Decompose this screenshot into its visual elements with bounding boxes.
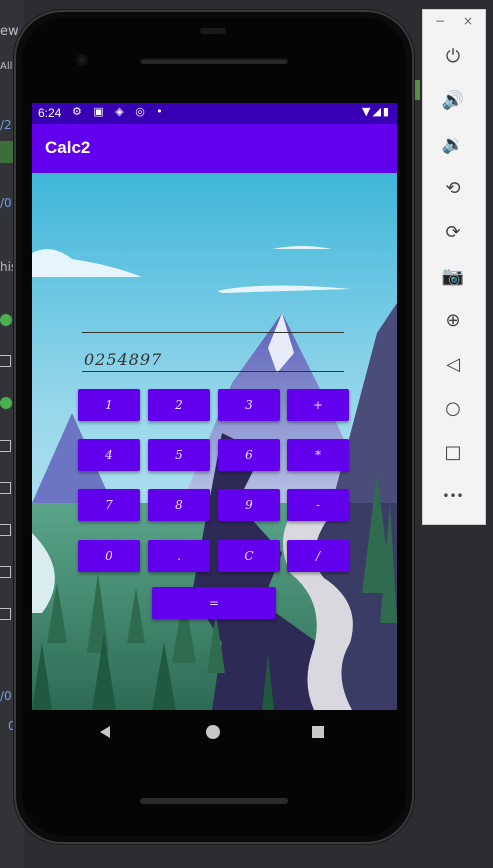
close-icon[interactable]: × xyxy=(463,14,473,28)
android-nav-bar xyxy=(32,710,397,754)
app-title: Calc2 xyxy=(45,138,91,157)
ide-arrow-icon xyxy=(0,482,11,494)
ide-arrow-icon xyxy=(0,524,11,536)
key-0-button[interactable]: 0 xyxy=(78,540,140,572)
key-clear-button[interactable]: C xyxy=(218,540,280,572)
ide-arrow-icon xyxy=(0,440,11,452)
volume-up-icon[interactable]: 🔊 xyxy=(441,88,465,112)
key-8-button[interactable]: 8 xyxy=(148,489,210,521)
earpiece-speaker xyxy=(140,58,288,64)
status-icons: ⚙ ▣ ◈ ◎ • xyxy=(72,105,167,118)
ide-arrow-icon xyxy=(0,566,11,578)
key-plus-button[interactable]: + xyxy=(287,389,349,421)
nav-home-icon[interactable] xyxy=(206,725,220,739)
ide-check-icon xyxy=(0,314,12,326)
key-4-button[interactable]: 4 xyxy=(78,439,140,471)
ide-arrow-icon xyxy=(0,355,11,367)
key-7-button[interactable]: 7 xyxy=(78,489,140,521)
key-minus-button[interactable]: - xyxy=(287,489,349,521)
ide-check-icon xyxy=(0,397,12,409)
zoom-icon[interactable]: ⊕ xyxy=(441,308,465,332)
display-value[interactable]: 0254897 xyxy=(84,350,162,369)
rotate-right-icon[interactable]: ⟳ xyxy=(441,220,465,244)
home-icon[interactable]: ○ xyxy=(441,396,465,420)
key-divide-button[interactable]: / xyxy=(287,540,349,572)
more-icon[interactable]: ••• xyxy=(441,484,465,508)
device-screen: 6:24 ⚙ ▣ ◈ ◎ • ▼◢▮ Calc2 0254897 1 2 3 +… xyxy=(32,103,397,710)
nav-recents-icon[interactable] xyxy=(312,726,324,738)
key-9-button[interactable]: 9 xyxy=(218,489,280,521)
key-1-button[interactable]: 1 xyxy=(78,389,140,421)
bottom-speaker xyxy=(140,798,288,804)
camera-icon[interactable]: 📷 xyxy=(441,264,465,288)
key-equals-button[interactable]: = xyxy=(152,587,276,619)
volume-down-icon[interactable]: 🔉 xyxy=(441,132,465,156)
emulator-toolbar: − × ⏻ 🔊 🔉 ⟲ ⟳ 📷 ⊕ ◁ ○ □ ••• xyxy=(422,9,486,525)
power-icon[interactable]: ⏻ xyxy=(441,44,465,68)
overview-icon[interactable]: □ xyxy=(441,440,465,464)
status-bar: 6:24 ⚙ ▣ ◈ ◎ • ▼◢▮ xyxy=(32,103,397,124)
display-top-border xyxy=(82,332,344,333)
display-underline xyxy=(82,371,344,372)
back-icon[interactable]: ◁ xyxy=(441,352,465,376)
key-5-button[interactable]: 5 xyxy=(148,439,210,471)
key-3-button[interactable]: 3 xyxy=(218,389,280,421)
nav-back-icon[interactable] xyxy=(100,726,110,738)
key-multiply-button[interactable]: * xyxy=(287,439,349,471)
status-signal-icons: ▼◢▮ xyxy=(362,105,391,118)
app-bar: Calc2 xyxy=(32,124,397,173)
key-decimal-button[interactable]: . xyxy=(148,540,210,572)
key-2-button[interactable]: 2 xyxy=(148,389,210,421)
key-6-button[interactable]: 6 xyxy=(218,439,280,471)
front-camera-icon xyxy=(76,54,88,66)
minimize-icon[interactable]: − xyxy=(435,14,445,28)
ide-arrow-icon xyxy=(0,608,11,620)
phone-sensor xyxy=(200,28,226,34)
status-time: 6:24 xyxy=(38,106,62,120)
rotate-left-icon[interactable]: ⟲ xyxy=(441,176,465,200)
